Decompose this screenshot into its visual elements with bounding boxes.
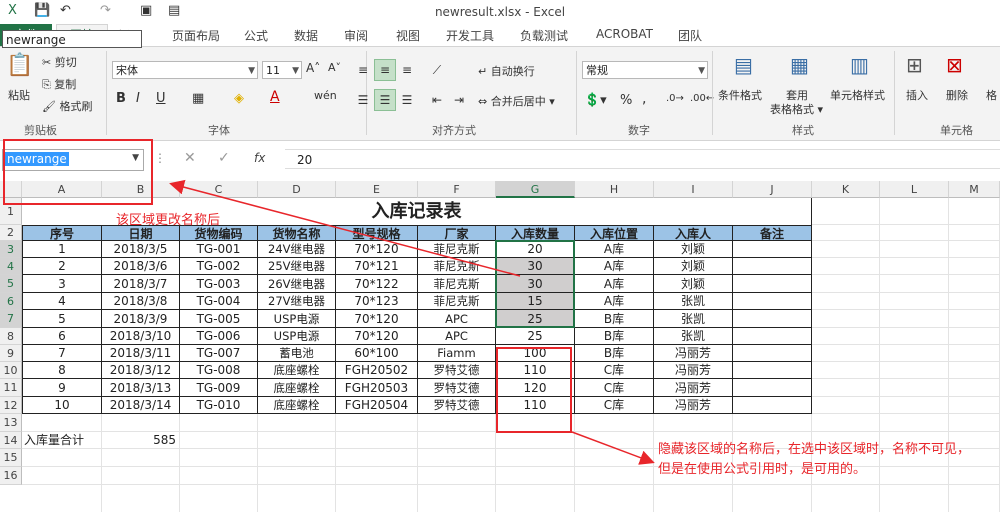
annotation-arrows <box>169 179 655 465</box>
annotation-arrow-bottom <box>571 431 655 465</box>
annotation-arrow-top <box>169 179 521 277</box>
